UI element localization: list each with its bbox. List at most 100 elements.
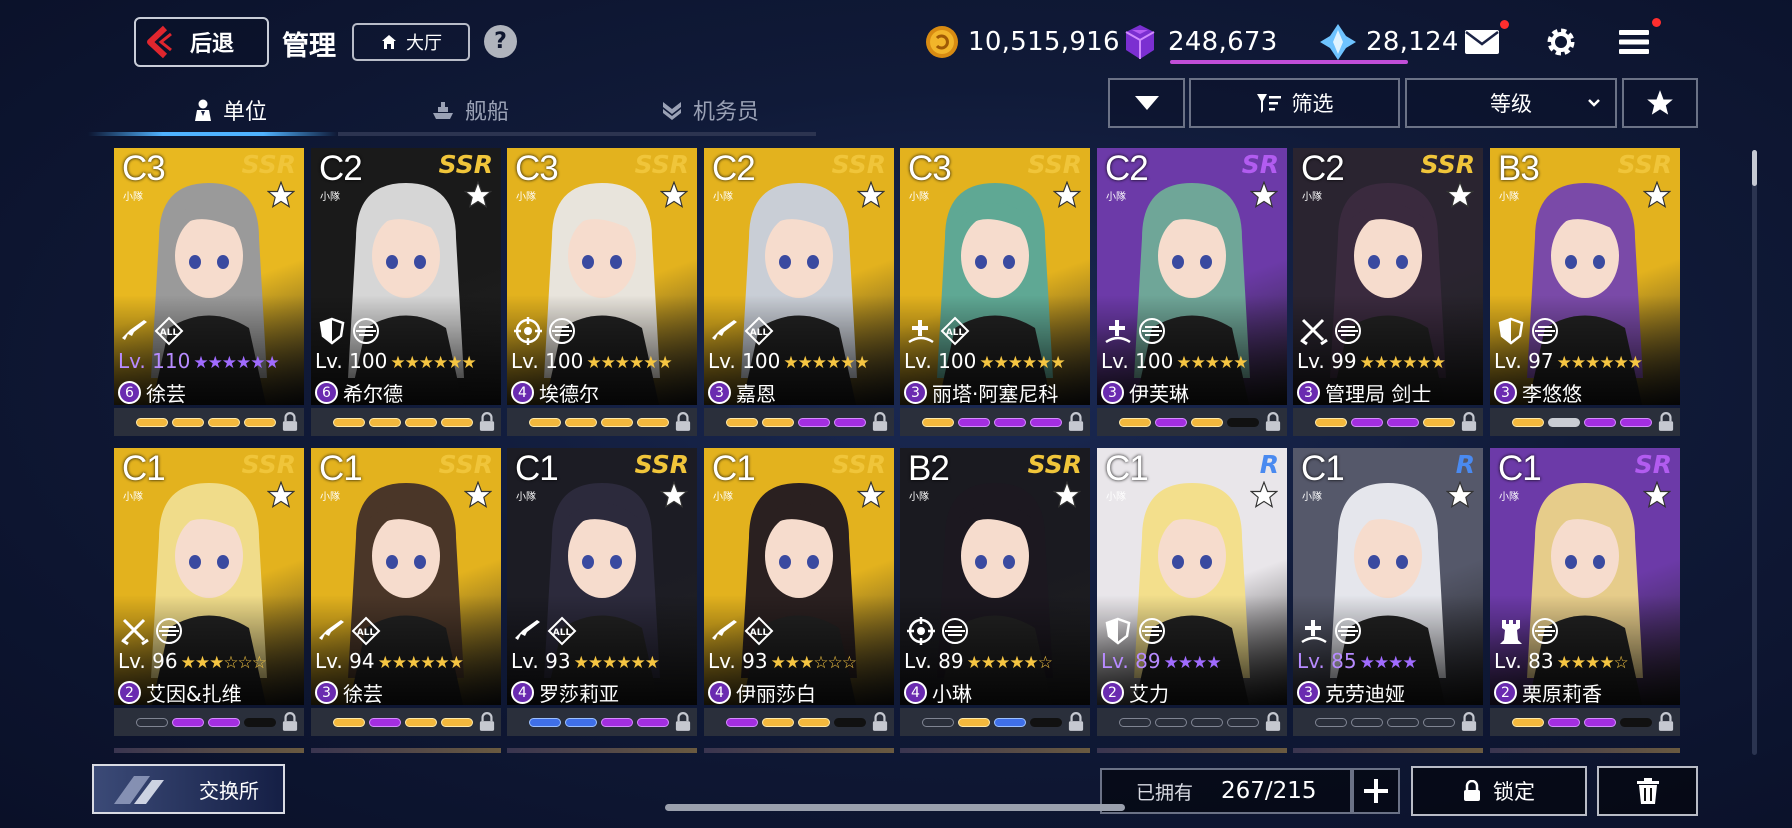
unit-card[interactable]: C1 小隊 SSR ALL Lv. 93 ★★★★★★ 4 罗莎莉亚 (507, 448, 697, 736)
target-role-icon (514, 317, 542, 345)
lock-button[interactable]: 锁定 (1411, 766, 1587, 816)
favorite-star-icon[interactable] (856, 480, 886, 513)
unit-card[interactable]: C1 小隊 SR Lv. 83 ★★★★☆ 2 栗原莉香 (1490, 448, 1680, 736)
menu-button[interactable] (1614, 18, 1661, 62)
favorite-star-icon[interactable] (463, 180, 493, 213)
unit-card-peek[interactable] (704, 748, 894, 753)
hall-button[interactable]: 大厅 (352, 23, 470, 61)
role-icons (906, 616, 970, 646)
favorite-star-icon[interactable] (1249, 180, 1279, 213)
unit-card-peek[interactable] (114, 748, 304, 753)
svg-text:ALL: ALL (946, 328, 965, 338)
unit-card[interactable]: C1 小隊 SSR ALL Lv. 94 ★★★★★★ 3 徐芸 (311, 448, 501, 736)
unit-card[interactable]: C2 小隊 SSR ALL Lv. 100 ★★★★★★ 3 嘉恩 (704, 148, 894, 436)
all-role-icon: ALL (351, 616, 381, 646)
unit-card[interactable]: C1 小隊 R Lv. 89 ★★★★ 2 艾力 (1097, 448, 1287, 736)
favorite-star-icon[interactable] (1052, 180, 1082, 213)
gear-slot-pill (1119, 717, 1151, 727)
unit-class-sub: 小隊 (1106, 192, 1126, 203)
unit-name: 栗原莉香 (1522, 682, 1602, 706)
lock-icon[interactable] (1265, 412, 1281, 436)
tab-units[interactable]: 单位 (150, 88, 310, 132)
tab-ships[interactable]: 舰船 (390, 88, 550, 132)
gear-slot-pill (1548, 717, 1580, 727)
lock-icon[interactable] (1265, 712, 1281, 736)
lock-icon[interactable] (1461, 412, 1477, 436)
lock-icon[interactable] (675, 712, 691, 736)
favorite-star-icon[interactable] (463, 480, 493, 513)
favorite-star-icon[interactable] (1445, 480, 1475, 513)
unit-card[interactable]: C2 小隊 SR Lv. 100 ★★★★★ 3 伊芙琳 (1097, 148, 1287, 436)
unit-card-peek[interactable] (900, 748, 1090, 753)
filter-button[interactable]: 筛选 (1189, 78, 1400, 128)
lock-icon[interactable] (872, 712, 888, 736)
lock-icon[interactable] (1658, 412, 1674, 436)
lock-icon[interactable] (1068, 412, 1084, 436)
gear-slot-pill (136, 717, 168, 727)
lock-icon[interactable] (1068, 712, 1084, 736)
settings-button[interactable] (1541, 22, 1581, 62)
favorite-star-icon[interactable] (266, 180, 296, 213)
lock-icon[interactable] (479, 412, 495, 436)
unit-card[interactable]: C1 小隊 R Lv. 85 ★★★★ 3 克劳迪娅 (1293, 448, 1483, 736)
sort-select[interactable]: 等级 (1405, 78, 1617, 128)
favorite-star-icon[interactable] (1249, 480, 1279, 513)
vertical-scrollbar[interactable] (1752, 150, 1757, 755)
favorite-star-icon[interactable] (659, 180, 689, 213)
unit-card-peek[interactable] (1097, 748, 1287, 753)
unit-class: C2 (712, 149, 756, 188)
favorite-star-icon[interactable] (659, 480, 689, 513)
unit-card-peek[interactable] (1490, 748, 1680, 753)
lock-icon[interactable] (1461, 712, 1477, 736)
unit-card[interactable]: C3 小隊 SSR ALL Lv. 110 ★★★★★★ 6 徐芸 (114, 148, 304, 436)
gear-slot-pill (1387, 417, 1419, 427)
favorite-star-icon[interactable] (266, 480, 296, 513)
unit-class-sub: 小隊 (1302, 192, 1322, 203)
back-button[interactable]: 后退 (134, 17, 269, 67)
unit-level: Lv. 85 (1297, 649, 1357, 673)
chevron-rank-icon (662, 102, 681, 120)
unit-card[interactable]: B2 小隊 SSR Lv. 89 ★★★★★☆ 4 小琳 (900, 448, 1090, 736)
unit-card-peek[interactable] (1293, 748, 1483, 753)
exchange-button[interactable]: 交换所 (92, 764, 285, 814)
squad-role-icon (1532, 318, 1558, 344)
dismiss-button[interactable] (1597, 766, 1698, 816)
unit-card-peek[interactable] (311, 748, 501, 753)
favorite-filter-button[interactable] (1622, 78, 1698, 128)
unit-card[interactable]: C2 小隊 SSR Lv. 99 ★★★★★★ 3 管理局 剑士 (1293, 148, 1483, 436)
lock-icon[interactable] (872, 412, 888, 436)
unit-card-peek[interactable] (507, 748, 697, 753)
gear-slot-pill (834, 717, 866, 727)
lock-icon[interactable] (479, 712, 495, 736)
mail-button[interactable] (1462, 20, 1509, 62)
tab-mechanics[interactable]: 机务员 (630, 88, 790, 132)
favorite-star-icon[interactable] (856, 180, 886, 213)
rank-badge: 6 (315, 381, 338, 404)
dropdown-toggle-button[interactable] (1108, 78, 1185, 128)
lock-icon[interactable] (282, 712, 298, 736)
unit-class-sub: 小隊 (320, 192, 340, 203)
scrollbar-thumb[interactable] (1752, 150, 1757, 186)
lock-icon[interactable] (1658, 712, 1674, 736)
name-row: 3 管理局 剑士 (1297, 378, 1431, 407)
favorite-star-icon[interactable] (1642, 180, 1672, 213)
gear-slot-pill (1512, 717, 1544, 727)
unit-card[interactable]: C3 小隊 SSR ALL Lv. 100 ★★★★★★ 3 丽塔·阿塞尼科 (900, 148, 1090, 436)
unit-class-sub: 小隊 (1106, 492, 1126, 503)
unit-name: 埃德尔 (539, 382, 599, 406)
favorite-star-icon[interactable] (1445, 180, 1475, 213)
lock-icon[interactable] (675, 412, 691, 436)
lock-icon[interactable] (282, 412, 298, 436)
favorite-star-icon[interactable] (1642, 480, 1672, 513)
unit-card[interactable]: C3 小隊 SSR Lv. 100 ★★★★★★ 4 埃德尔 (507, 148, 697, 436)
unit-card[interactable]: B3 小隊 SSR Lv. 97 ★★★★★★ 3 李悠悠 (1490, 148, 1680, 436)
rank-badge: 4 (708, 681, 731, 704)
expand-capacity-button[interactable] (1352, 768, 1400, 814)
unit-card[interactable]: C2 小隊 SSR Lv. 100 ★★★★★★ 6 希尔德 (311, 148, 501, 436)
rank-badge: 3 (315, 681, 338, 704)
gear-slot-pill (958, 717, 990, 727)
unit-card[interactable]: C1 小隊 SSR ALL Lv. 93 ★★★☆☆☆ 4 伊丽莎白 (704, 448, 894, 736)
help-button[interactable]: ? (484, 25, 517, 58)
unit-card[interactable]: C1 小隊 SSR Lv. 96 ★★★☆☆☆ 2 艾因&扎维 (114, 448, 304, 736)
favorite-star-icon[interactable] (1052, 480, 1082, 513)
